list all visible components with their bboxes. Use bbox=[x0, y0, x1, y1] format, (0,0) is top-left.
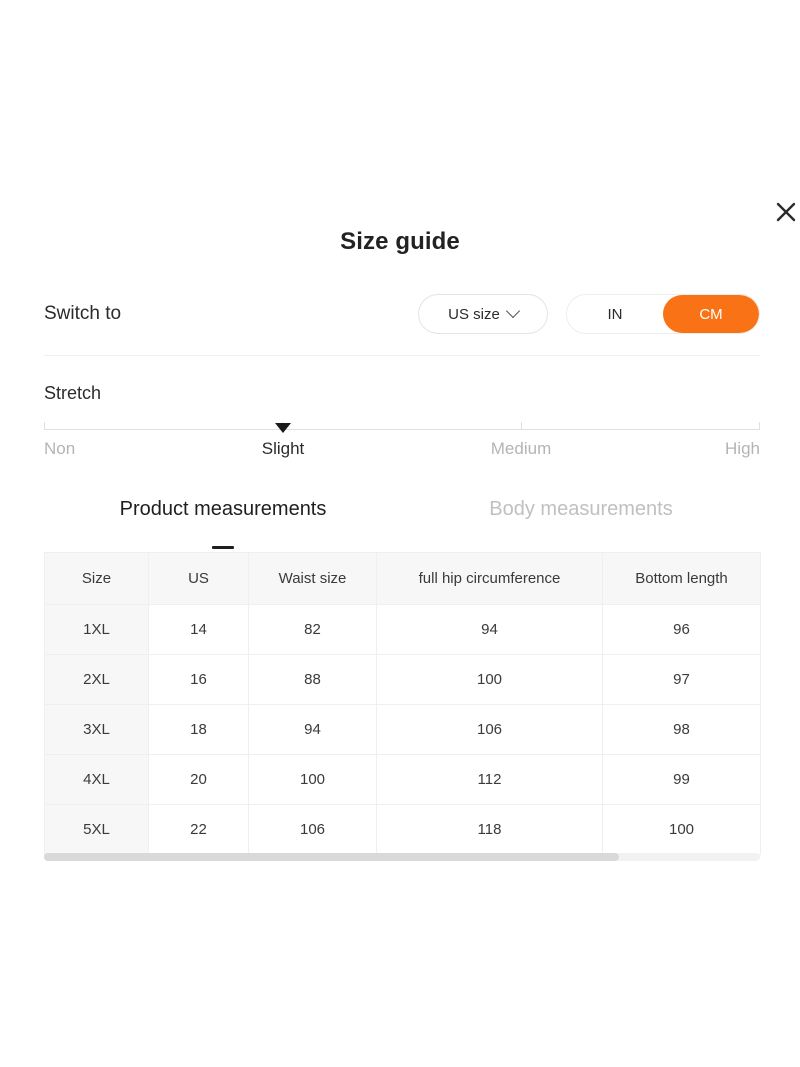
stretch-level-high[interactable]: High bbox=[725, 439, 760, 459]
tab-body-measurements-label: Body measurements bbox=[489, 498, 673, 520]
stretch-level-slight[interactable]: Slight bbox=[262, 439, 305, 459]
cell-bottom: 98 bbox=[602, 704, 761, 755]
column-header-us: US bbox=[148, 552, 249, 605]
unit-option-cm[interactable]: CM bbox=[663, 295, 759, 333]
stretch-scale-line bbox=[44, 429, 760, 430]
stretch-level-non[interactable]: Non bbox=[44, 439, 75, 459]
unit-option-in[interactable]: IN bbox=[567, 295, 663, 333]
cell-size: 1XL bbox=[44, 604, 149, 655]
size-table-wrapper: Size US Waist size full hip circumferenc… bbox=[44, 552, 761, 855]
table-horizontal-scrollbar[interactable] bbox=[44, 853, 760, 861]
measurement-tabs: Product measurements Body measurements bbox=[44, 498, 760, 549]
tab-active-underline bbox=[212, 546, 234, 549]
size-system-value: US size bbox=[448, 305, 500, 323]
cell-us: 20 bbox=[148, 754, 249, 805]
unit-toggle: IN CM bbox=[566, 294, 760, 334]
stretch-label: Stretch bbox=[44, 383, 102, 403]
column-header-waist-size: Waist size bbox=[248, 552, 377, 605]
stretch-selected-marker bbox=[275, 423, 291, 433]
table-header-row: Size US Waist size full hip circumferenc… bbox=[44, 552, 761, 605]
stretch-level-medium[interactable]: Medium bbox=[491, 439, 551, 459]
cell-us: 18 bbox=[148, 704, 249, 755]
cell-us: 16 bbox=[148, 654, 249, 705]
size-system-dropdown[interactable]: US size bbox=[418, 294, 548, 334]
size-guide-modal: Size guide Switch to US size IN CM Stret… bbox=[0, 0, 800, 1067]
cell-us: 14 bbox=[148, 604, 249, 655]
cell-bottom: 100 bbox=[602, 804, 761, 855]
stretch-labels: Non Slight Medium High bbox=[44, 439, 760, 465]
cell-size: 5XL bbox=[44, 804, 149, 855]
tab-product-measurements[interactable]: Product measurements bbox=[44, 498, 402, 549]
table-row: 3XL 18 94 106 98 bbox=[44, 704, 761, 755]
cell-hip: 118 bbox=[376, 804, 603, 855]
cell-bottom: 97 bbox=[602, 654, 761, 705]
table-row: 1XL 14 82 94 96 bbox=[44, 604, 761, 655]
stretch-tick bbox=[521, 422, 522, 430]
stretch-tick bbox=[44, 422, 45, 430]
cell-bottom: 99 bbox=[602, 754, 761, 805]
section-divider bbox=[44, 355, 760, 356]
stretch-scale: Non Slight Medium High bbox=[44, 421, 760, 469]
close-icon[interactable] bbox=[772, 198, 800, 226]
column-header-size: Size bbox=[44, 552, 149, 605]
cell-hip: 112 bbox=[376, 754, 603, 805]
chevron-down-icon bbox=[505, 303, 520, 319]
cell-size: 2XL bbox=[44, 654, 149, 705]
cell-waist: 94 bbox=[248, 704, 377, 755]
table-row: 5XL 22 106 118 100 bbox=[44, 804, 761, 855]
cell-bottom: 96 bbox=[602, 604, 761, 655]
cell-size: 3XL bbox=[44, 704, 149, 755]
cell-waist: 106 bbox=[248, 804, 377, 855]
cell-us: 22 bbox=[148, 804, 249, 855]
table-row: 2XL 16 88 100 97 bbox=[44, 654, 761, 705]
switch-controls: US size IN CM bbox=[418, 294, 760, 334]
switch-to-row: Switch to US size IN CM bbox=[44, 292, 760, 336]
cell-waist: 100 bbox=[248, 754, 377, 805]
stretch-tick bbox=[759, 422, 760, 430]
cell-waist: 88 bbox=[248, 654, 377, 705]
tab-body-measurements[interactable]: Body measurements bbox=[402, 498, 760, 542]
column-header-full-hip-circumference: full hip circumference bbox=[376, 552, 603, 605]
table-row: 4XL 20 100 112 99 bbox=[44, 754, 761, 805]
cell-waist: 82 bbox=[248, 604, 377, 655]
column-header-bottom-length: Bottom length bbox=[602, 552, 761, 605]
cell-size: 4XL bbox=[44, 754, 149, 805]
cell-hip: 94 bbox=[376, 604, 603, 655]
size-table: Size US Waist size full hip circumferenc… bbox=[44, 552, 761, 855]
tab-product-measurements-label: Product measurements bbox=[119, 498, 327, 520]
switch-to-label: Switch to bbox=[44, 303, 122, 324]
cell-hip: 106 bbox=[376, 704, 603, 755]
cell-hip: 100 bbox=[376, 654, 603, 705]
page-title: Size guide bbox=[340, 228, 460, 255]
scrollbar-thumb[interactable] bbox=[44, 853, 619, 861]
